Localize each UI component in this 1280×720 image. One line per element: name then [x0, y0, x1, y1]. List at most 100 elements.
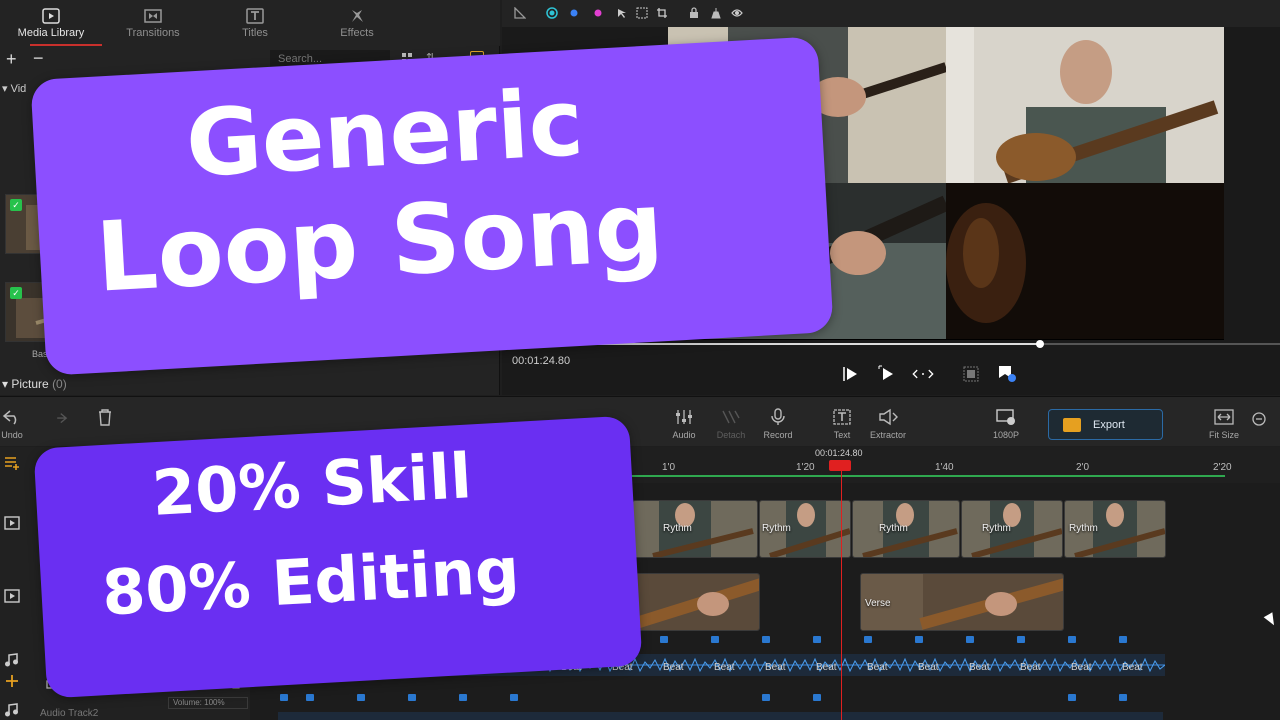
select-tool-icon[interactable] [616, 7, 628, 19]
beat-marker[interactable] [306, 694, 314, 701]
video-group-header[interactable]: ▾ Vid [2, 82, 26, 95]
beat-marker[interactable] [711, 636, 719, 643]
group-count: (0) [52, 377, 67, 391]
volume-field[interactable]: Volume: 100% [168, 697, 248, 709]
editor-window: Media Library Transitions Titles Effects… [0, 0, 1280, 720]
play-icon [878, 365, 893, 380]
media-tabs: Media Library Transitions Titles Effects [0, 0, 500, 46]
tab-label: Media Library [17, 27, 85, 39]
select-area-icon[interactable] [636, 7, 648, 19]
video-clip[interactable] [632, 573, 760, 631]
snapshot-button[interactable] [960, 364, 982, 384]
tab-titles[interactable]: Titles [204, 0, 306, 46]
beat-marker[interactable] [280, 694, 288, 701]
tool-label: Record [763, 430, 793, 440]
lock-icon[interactable] [688, 7, 700, 19]
beat-label: Beat [1020, 662, 1041, 673]
beat-marker[interactable] [1068, 636, 1076, 643]
delete-icon[interactable] [97, 408, 113, 426]
beat-marker[interactable] [915, 636, 923, 643]
beat-marker[interactable] [966, 636, 974, 643]
media-library-icon [42, 8, 60, 24]
beat-marker[interactable] [864, 636, 872, 643]
video-clip[interactable]: Rythm [1064, 500, 1166, 558]
tab-effects[interactable]: Effects [306, 0, 408, 46]
playhead-line [841, 460, 842, 720]
resolution-icon [996, 409, 1015, 425]
audio-waveform [278, 712, 1163, 720]
beat-marker[interactable] [408, 694, 416, 701]
clip-label: Verse [865, 598, 891, 609]
beat-marker[interactable] [813, 694, 821, 701]
add-marker-button[interactable] [996, 364, 1018, 384]
scrubber-handle[interactable] [1036, 340, 1044, 348]
clip-label: Rythm [982, 523, 1011, 534]
fit-size-icon [1214, 409, 1234, 425]
music-track-icon [5, 653, 18, 667]
play-button[interactable] [876, 364, 898, 384]
tab-label: Transitions [126, 27, 180, 39]
add-media-button[interactable]: + [6, 49, 17, 70]
frame-nav-button[interactable] [912, 364, 934, 384]
crop-tool-icon[interactable] [656, 7, 668, 19]
picture-group-header[interactable]: ▾ Picture (0) [2, 377, 67, 391]
playhead-time: 00:01:24.80 [815, 448, 863, 458]
music-track-icon [5, 703, 18, 717]
audio-track-2[interactable] [250, 694, 1280, 720]
pink-color-icon[interactable] [592, 7, 604, 19]
playhead-handle[interactable] [829, 460, 851, 471]
video-clip[interactable]: Rythm [632, 500, 758, 558]
add-track-icon[interactable] [4, 456, 20, 470]
frame-nav-icon [912, 369, 934, 379]
extractor-icon [879, 408, 898, 426]
eye-icon[interactable] [731, 7, 743, 19]
preview-toolbar [502, 0, 1280, 27]
ruler-tick-label: 2'20 [1213, 462, 1232, 473]
audio-eq-icon [676, 410, 692, 424]
clip-label: Rythm [1069, 523, 1098, 534]
video-clip[interactable]: Rythm [852, 500, 960, 558]
tool-label: Text [833, 430, 851, 440]
video-clip[interactable]: Rythm [961, 500, 1063, 558]
video-clip[interactable]: Rythm [759, 500, 851, 558]
fit-size-button[interactable]: Fit Size [1196, 408, 1252, 440]
beat-marker[interactable] [762, 694, 770, 701]
beat-marker[interactable] [357, 694, 365, 701]
extractor-button[interactable]: Extractor [860, 408, 916, 440]
ruler-icon[interactable] [514, 7, 526, 19]
current-time: 00:01:24.80 [512, 355, 571, 367]
video-cell-fire [946, 183, 1224, 339]
beat-marker[interactable] [1119, 694, 1127, 701]
step-play-button[interactable] [840, 364, 862, 384]
tool-label: Fit Size [1208, 430, 1239, 440]
beat-marker[interactable] [1068, 694, 1076, 701]
beat-marker[interactable] [510, 694, 518, 701]
tab-media-library[interactable]: Media Library [0, 0, 102, 46]
beat-marker[interactable] [1017, 636, 1025, 643]
redo-icon[interactable] [50, 410, 68, 428]
export-button[interactable]: Export [1048, 409, 1163, 440]
record-button[interactable]: Record [750, 408, 806, 440]
blue-color-icon[interactable] [568, 7, 580, 19]
audio-track-2-label: Audio Track2 [40, 708, 99, 719]
tab-transitions[interactable]: Transitions [102, 0, 204, 46]
tool-label: Extractor [869, 430, 906, 440]
video-clip[interactable]: Verse [860, 573, 1064, 631]
playback-controls [840, 364, 1018, 384]
beat-marker[interactable] [813, 636, 821, 643]
remove-media-button[interactable]: − [33, 48, 44, 69]
beat-marker[interactable] [459, 694, 467, 701]
beat-marker[interactable] [1119, 636, 1127, 643]
undo-icon [2, 410, 17, 425]
titles-icon [246, 8, 264, 24]
beat-marker[interactable] [660, 636, 668, 643]
tab-label: Titles [242, 27, 268, 39]
add-audio-track-icon[interactable] [4, 674, 20, 688]
cleanup-icon[interactable] [710, 7, 722, 19]
undo-button[interactable]: Undo [0, 408, 40, 440]
resolution-button[interactable]: 1080P [978, 408, 1034, 440]
clip-label: Rythm [879, 523, 908, 534]
beat-marker[interactable] [762, 636, 770, 643]
zoom-out-icon[interactable] [1252, 412, 1266, 426]
teal-color-icon[interactable] [546, 7, 558, 19]
